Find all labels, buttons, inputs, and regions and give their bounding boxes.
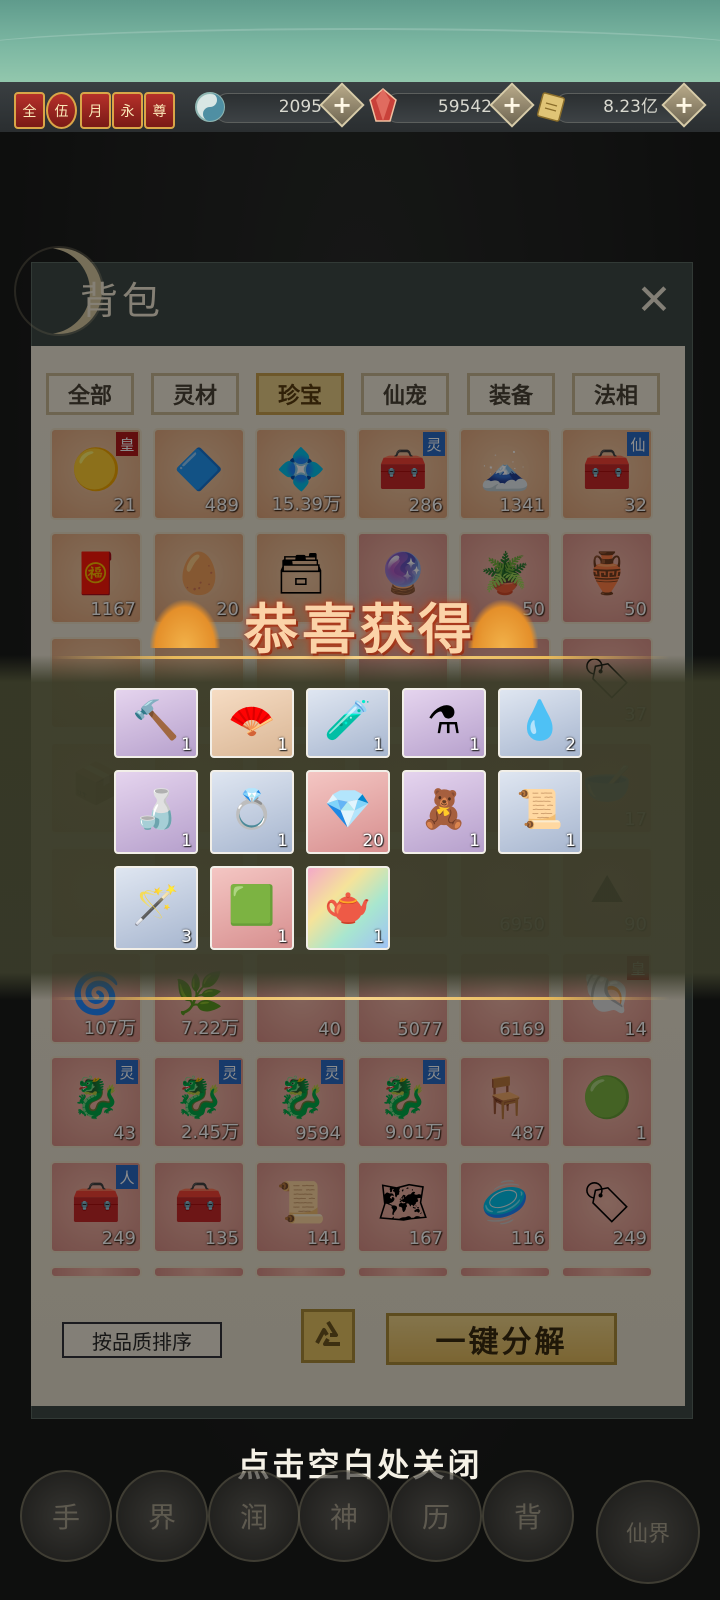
reward-item-slot[interactable]: 🪭 1 bbox=[210, 688, 294, 758]
reward-item-quantity: 20 bbox=[362, 831, 384, 851]
reward-item-slot[interactable]: 🪄 3 bbox=[114, 866, 198, 950]
reward-band-bottom-line bbox=[50, 997, 670, 1000]
reward-item-icon: 💍 bbox=[228, 786, 276, 831]
reward-item-slot[interactable]: 💍 1 bbox=[210, 770, 294, 854]
reward-item-quantity: 1 bbox=[469, 831, 480, 851]
badge-label: 尊 bbox=[152, 103, 167, 120]
badge-label: 月 bbox=[88, 103, 103, 120]
resource-value: 2095 bbox=[278, 97, 322, 117]
reward-item-quantity: 1 bbox=[277, 831, 288, 851]
resource-value: 8.23亿 bbox=[603, 97, 658, 117]
vip-badge[interactable]: 全 bbox=[14, 92, 45, 129]
reward-item-slot[interactable]: 💎 20 bbox=[306, 770, 390, 854]
reward-item-icon: 💧 bbox=[516, 698, 564, 743]
reward-item-icon: 🪄 bbox=[132, 882, 180, 927]
taiji-icon bbox=[193, 90, 227, 124]
nav-button[interactable]: 界 bbox=[116, 1470, 208, 1562]
reward-item-slot[interactable]: 🍶 1 bbox=[114, 770, 198, 854]
nav-button[interactable]: 润 bbox=[208, 1470, 300, 1562]
vip-badge[interactable]: 月 bbox=[80, 92, 111, 129]
top-banner bbox=[0, 0, 720, 82]
reward-item-quantity: 2 bbox=[565, 735, 576, 755]
reward-item-quantity: 1 bbox=[181, 831, 192, 851]
reward-item-icon: 🍶 bbox=[132, 786, 180, 831]
reward-item-quantity: 1 bbox=[469, 735, 480, 755]
reward-item-icon: 🧸 bbox=[420, 786, 468, 831]
reward-item-icon: 🟩 bbox=[228, 882, 276, 927]
badge-label: 永 bbox=[120, 103, 135, 120]
vip-badge[interactable]: 永 bbox=[112, 92, 143, 129]
reward-item-icon: 🫖 bbox=[324, 882, 372, 927]
reward-title: 恭喜获得 bbox=[244, 597, 476, 661]
plus-icon: + bbox=[331, 91, 353, 119]
nav-button[interactable]: 历 bbox=[390, 1470, 482, 1562]
reward-item-quantity: 1 bbox=[373, 735, 384, 755]
nav-button[interactable]: 神 bbox=[298, 1470, 390, 1562]
gold-bar-icon bbox=[534, 90, 568, 124]
resource-value: 59542 bbox=[437, 97, 492, 117]
badge-label: 伍 bbox=[54, 103, 69, 120]
reward-item-icon: 💎 bbox=[324, 786, 372, 831]
reward-item-slot[interactable]: 🟩 1 bbox=[210, 866, 294, 950]
reward-item-slot[interactable]: 💧 2 bbox=[498, 688, 582, 758]
reward-item-icon: ⚗ bbox=[426, 698, 462, 743]
vip-badge[interactable]: 伍 bbox=[46, 92, 77, 129]
reward-item-icon: 🧪 bbox=[324, 698, 372, 743]
reward-item-quantity: 1 bbox=[277, 927, 288, 947]
reward-item-slot[interactable]: 🧪 1 bbox=[306, 688, 390, 758]
reward-item-quantity: 1 bbox=[565, 831, 576, 851]
badge-label: 全 bbox=[22, 103, 37, 120]
vip-badge[interactable]: 尊 bbox=[144, 92, 175, 129]
reward-item-slot[interactable]: 🔨 1 bbox=[114, 688, 198, 758]
reward-item-quantity: 1 bbox=[277, 735, 288, 755]
red-crystal-icon bbox=[366, 88, 400, 122]
plus-icon: + bbox=[501, 91, 523, 119]
reward-item-slot[interactable]: 🧸 1 bbox=[402, 770, 486, 854]
nav-button[interactable]: 背 bbox=[482, 1470, 574, 1562]
reward-item-slot[interactable]: 📜 1 bbox=[498, 770, 582, 854]
reward-item-slot[interactable]: 🫖 1 bbox=[306, 866, 390, 950]
reward-item-quantity: 3 bbox=[181, 927, 192, 947]
reward-item-icon: 📜 bbox=[516, 786, 564, 831]
nav-button[interactable]: 手 bbox=[20, 1470, 112, 1562]
reward-item-icon: 🪭 bbox=[228, 698, 276, 743]
nav-button[interactable]: 仙界 bbox=[596, 1480, 700, 1584]
reward-item-slot[interactable]: ⚗ 1 bbox=[402, 688, 486, 758]
reward-item-icon: 🔨 bbox=[132, 698, 180, 743]
plus-icon: + bbox=[673, 91, 695, 119]
reward-item-quantity: 1 bbox=[181, 735, 192, 755]
reward-item-quantity: 1 bbox=[373, 927, 384, 947]
